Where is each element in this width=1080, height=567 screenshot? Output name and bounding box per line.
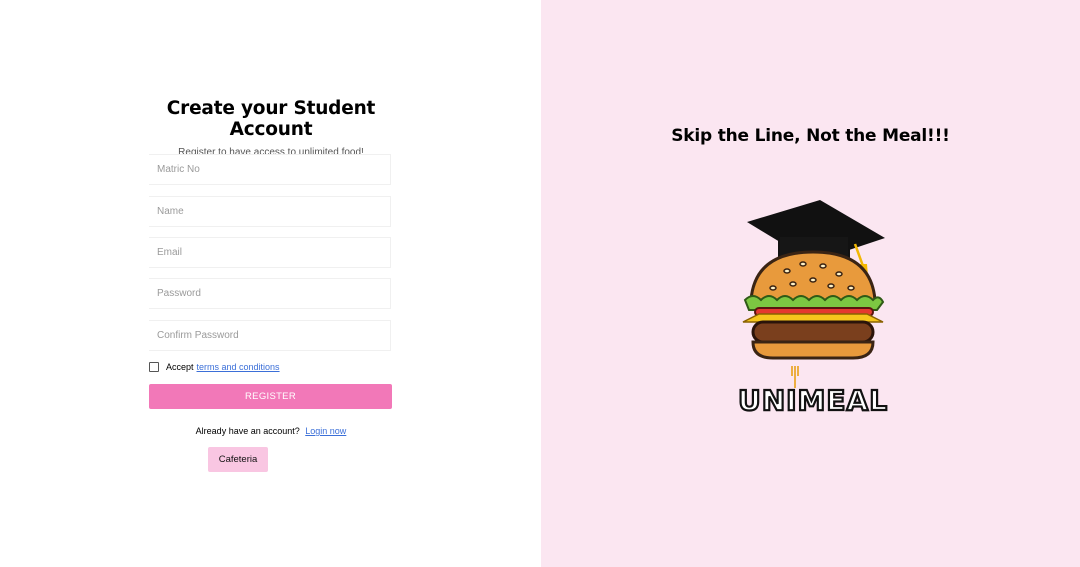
confirm-password-field[interactable]	[149, 320, 391, 351]
email-input[interactable]	[149, 238, 390, 267]
password-field[interactable]	[149, 278, 391, 309]
burger-graduation-cap-icon: UNIMEAL	[737, 200, 888, 418]
name-input[interactable]	[149, 197, 390, 226]
terms-prefix: Accept	[166, 362, 194, 372]
login-prompt: Already have an account? Login now	[141, 426, 401, 436]
login-prompt-text: Already have an account?	[195, 426, 300, 436]
terms-row: Accept terms and conditions	[149, 362, 280, 372]
register-panel: Create your Student Account Register to …	[0, 0, 541, 567]
unimeal-logo: UNIMEAL	[727, 196, 899, 426]
logo-wordmark: UNIMEAL	[738, 384, 888, 417]
name-field[interactable]	[149, 196, 391, 227]
email-field[interactable]	[149, 237, 391, 268]
cafeteria-button[interactable]: Cafeteria	[208, 447, 268, 472]
matric-no-input[interactable]	[149, 155, 390, 184]
confirm-password-input[interactable]	[149, 321, 390, 350]
login-link[interactable]: Login now	[305, 426, 346, 436]
password-input[interactable]	[149, 279, 390, 308]
register-button[interactable]: REGISTER	[149, 384, 392, 409]
register-form: Create your Student Account Register to …	[141, 98, 401, 472]
terms-checkbox[interactable]	[149, 362, 159, 372]
matric-no-field[interactable]	[149, 154, 391, 185]
tagline: Skip the Line, Not the Meal!!!	[671, 126, 950, 146]
terms-link[interactable]: terms and conditions	[197, 362, 280, 372]
page-title: Create your Student Account	[166, 98, 376, 140]
